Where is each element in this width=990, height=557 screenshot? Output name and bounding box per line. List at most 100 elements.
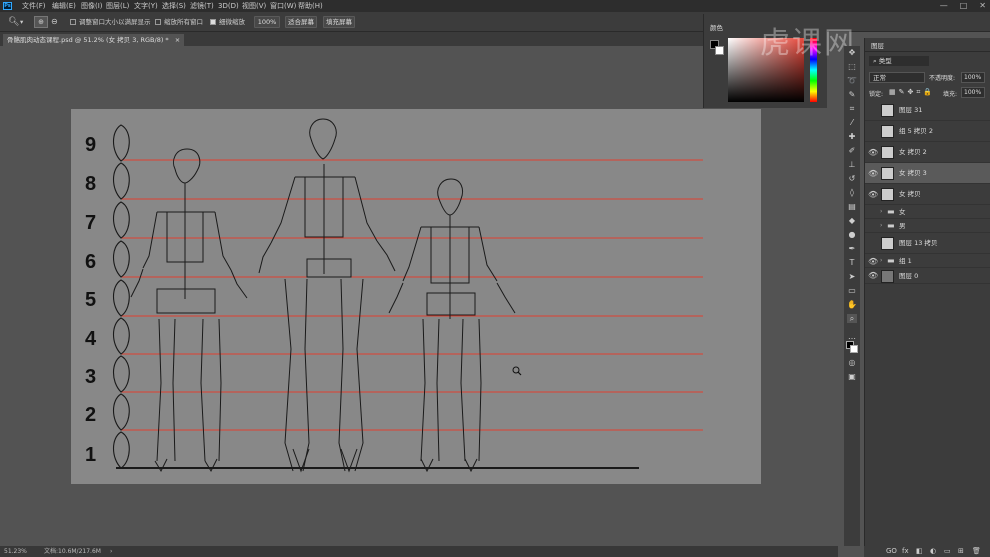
eye-icon[interactable]: 👁︎ — [868, 257, 878, 266]
healing-icon[interactable]: ✚ — [847, 132, 857, 141]
document-tab[interactable]: 骨骼肌肉动态课程.psd @ 51.2% (女 拷贝 3, RGB/8) * × — [3, 34, 185, 46]
menu-window[interactable]: 窗口(W) — [270, 1, 296, 11]
layer-group-row[interactable]: › ▬ 男 — [865, 219, 990, 233]
layer-style-icon[interactable]: fx — [902, 547, 909, 555]
move-icon[interactable]: ✥ — [847, 48, 857, 57]
layer-row[interactable]: 👁︎ 女 拷贝 2 — [865, 142, 990, 163]
new-group-icon[interactable]: ▭ — [944, 547, 951, 555]
layer-group-row[interactable]: 👁︎ › ▬ 组 1 — [865, 254, 990, 268]
fill-input[interactable]: 100% — [961, 87, 985, 98]
eye-icon[interactable]: 👁︎ — [868, 190, 878, 199]
photoshop-logo[interactable]: Ps — [3, 2, 12, 10]
lock-icons[interactable]: ▦✎✥⌗🔒 — [889, 88, 935, 97]
fill-screen-button[interactable]: 填充屏幕 — [323, 16, 355, 28]
zoom-level[interactable]: 51.23% — [4, 546, 27, 557]
menu-layer[interactable]: 图层(L) — [106, 1, 129, 11]
layer-row[interactable]: 图层 31 — [865, 100, 990, 121]
resize-windows-checkbox[interactable]: 调整窗口大小以满屏显示 — [70, 16, 151, 28]
opacity-label: 不透明度: — [929, 75, 956, 82]
menu-image[interactable]: 图像(I) — [81, 1, 103, 11]
layer-kind-filter[interactable]: ⌕ 类型 — [869, 56, 929, 66]
tool-preset-dropdown-icon[interactable]: ▾ — [20, 16, 23, 28]
lasso-icon[interactable]: ➰ — [847, 76, 857, 85]
expand-arrow-icon[interactable]: › — [880, 257, 882, 264]
background-swatch[interactable] — [850, 345, 858, 353]
menu-select[interactable]: 选择(S) — [162, 1, 186, 11]
gradient-icon[interactable]: ▤ — [847, 202, 857, 211]
marquee-icon[interactable]: ⬚ — [847, 62, 857, 71]
history-brush-icon[interactable]: ↺ — [847, 174, 857, 183]
layer-row[interactable]: 图层 13 拷贝 — [865, 233, 990, 254]
stamp-icon[interactable]: ⊥ — [847, 160, 857, 169]
background-color-swatch[interactable] — [715, 46, 724, 55]
path-select-icon[interactable]: ➤ — [847, 272, 857, 281]
layer-row[interactable]: 👁︎ 女 拷贝 — [865, 184, 990, 205]
zoom-100-button[interactable]: 100% — [254, 16, 280, 28]
folder-icon: ▬ — [887, 256, 895, 265]
eraser-icon[interactable]: ◊ — [847, 188, 857, 197]
menu-3d[interactable]: 3D(D) — [218, 1, 239, 11]
menu-filter[interactable]: 滤镜(T) — [190, 1, 214, 11]
shape-icon[interactable]: ▭ — [847, 286, 857, 295]
fill-label: 填充: — [943, 91, 958, 98]
color-panel-title[interactable]: 颜色 — [710, 22, 723, 32]
adjustment-layer-icon[interactable]: ◐ — [930, 547, 936, 555]
zoom-tool-icon[interactable]: 🔍︎ — [8, 16, 19, 28]
screen-mode-icon[interactable]: ▣ — [847, 372, 857, 381]
scrubby-zoom-label: 细微缩放 — [219, 18, 245, 26]
resize-windows-label: 调整窗口大小以满屏显示 — [79, 18, 151, 26]
pen-icon[interactable]: ✒ — [847, 244, 857, 253]
hand-icon[interactable]: ✋ — [847, 300, 857, 309]
checkbox-icon — [70, 19, 76, 25]
menu-view[interactable]: 视图(V) — [242, 1, 266, 11]
close-window-button[interactable]: ✕ — [979, 0, 986, 12]
zoom-out-icon[interactable]: ⊖ — [51, 16, 58, 28]
layer-name: 图层 0 — [899, 272, 919, 280]
eye-icon[interactable]: 👁︎ — [868, 169, 878, 178]
layers-bottom-toolbar: GO fx ◧ ◐ ▭ ⊞ 🗑 — [864, 546, 990, 557]
layer-mask-icon[interactable]: ◧ — [916, 547, 923, 555]
scale-number-5: 5 — [85, 289, 96, 311]
layer-thumbnail — [881, 188, 894, 201]
scrubby-zoom-checkbox[interactable]: 细微缩放 — [210, 16, 245, 28]
layer-row[interactable]: 组 5 拷贝 2 — [865, 121, 990, 142]
crop-icon[interactable]: ⌗ — [847, 104, 857, 113]
eyedropper-icon[interactable]: ⁄ — [847, 118, 857, 127]
quick-mask-icon[interactable]: ◎ — [847, 358, 857, 367]
menu-type[interactable]: 文字(Y) — [134, 1, 158, 11]
layer-name: 女 拷贝 3 — [899, 169, 927, 177]
fit-screen-button[interactable]: 适合屏幕 — [285, 16, 317, 28]
quick-select-icon[interactable]: ✎ — [847, 90, 857, 99]
status-menu-arrow-icon[interactable]: › — [110, 546, 112, 557]
expand-arrow-icon[interactable]: › — [880, 222, 882, 229]
layer-name: 男 — [899, 222, 906, 230]
new-layer-icon[interactable]: ⊞ — [958, 547, 964, 555]
document-canvas[interactable]: 9 8 7 6 5 4 3 2 1 — [71, 109, 761, 484]
menu-file[interactable]: 文件(F) — [22, 1, 46, 11]
layer-row-selected[interactable]: 👁︎ 女 拷贝 3 — [865, 163, 990, 184]
eye-icon[interactable]: 👁︎ — [868, 148, 878, 157]
type-icon[interactable]: T — [847, 258, 857, 267]
expand-arrow-icon[interactable]: › — [880, 208, 882, 215]
blur-icon[interactable]: ◆ — [847, 216, 857, 225]
maximize-button[interactable]: □ — [960, 0, 968, 12]
brush-icon[interactable]: ✐ — [847, 146, 857, 155]
dodge-icon[interactable]: ● — [847, 230, 857, 239]
close-tab-icon[interactable]: × — [175, 36, 180, 44]
layer-row[interactable]: 👁︎ 图层 0 — [865, 268, 990, 284]
more-tools-icon[interactable]: … — [847, 332, 857, 341]
eye-icon[interactable]: 👁︎ — [868, 271, 878, 280]
menu-help[interactable]: 帮助(H) — [298, 1, 323, 11]
menu-edit[interactable]: 编辑(E) — [52, 1, 76, 11]
layers-tab[interactable]: 图层 — [871, 40, 884, 50]
zoom-icon[interactable]: ⌕ — [847, 314, 857, 323]
link-layers-icon[interactable]: GO — [886, 547, 897, 555]
delete-layer-icon[interactable]: 🗑 — [972, 547, 981, 555]
opacity-input[interactable]: 100% — [961, 72, 985, 83]
zoom-in-icon[interactable]: ⊕ — [34, 16, 48, 28]
minimize-button[interactable]: — — [940, 0, 948, 12]
zoom-all-checkbox[interactable]: 缩放所有窗口 — [155, 16, 203, 28]
blend-mode-select[interactable]: 正常 — [869, 72, 925, 83]
layer-group-row[interactable]: › ▬ 女 — [865, 205, 990, 219]
figure-proportion-drawing: 9 8 7 6 5 4 3 2 1 — [85, 118, 703, 473]
